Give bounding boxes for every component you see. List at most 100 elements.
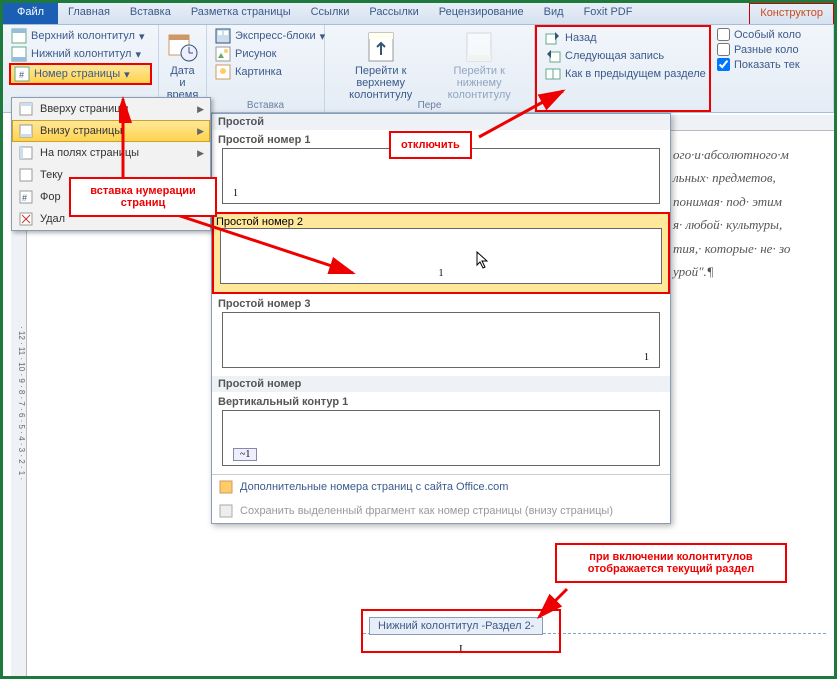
footer-label: Нижний колонтитул <box>31 48 131 60</box>
datetime-label: Дата и время <box>167 65 199 101</box>
gallery-header-contour: Простой номер <box>212 376 670 392</box>
tab-file[interactable]: Файл <box>3 3 58 24</box>
callout-insert-numbering: вставка нумерации страниц <box>69 177 217 217</box>
submenu-arrow-icon: ▶ <box>197 126 204 137</box>
tab-strip: Файл Главная Вставка Разметка страницы С… <box>3 3 834 25</box>
tab-mailings[interactable]: Рассылки <box>359 3 428 24</box>
gallery-item-4-caption: Вертикальный контур 1 <box>218 394 664 410</box>
header-label: Верхний колонтитул <box>31 30 135 42</box>
menu-remove-label: Удал <box>40 213 65 225</box>
doc-line: тия,· которые· не· зо <box>673 237 826 260</box>
tab-references[interactable]: Ссылки <box>301 3 360 24</box>
special-first-label: Особый коло <box>734 29 801 41</box>
menu-page-margins[interactable]: На полях страницы▶ <box>12 142 210 164</box>
picture-icon <box>215 46 231 62</box>
submenu-arrow-icon: ▶ <box>197 148 204 159</box>
office-icon <box>218 479 234 495</box>
gallery-item-3[interactable]: Простой номер 3 1 <box>212 294 670 376</box>
footer-icon <box>11 46 27 62</box>
nav-back-button[interactable]: Назад <box>543 29 703 47</box>
callout-disable: отключить <box>389 131 472 159</box>
top-page-icon <box>18 101 34 117</box>
tab-insert[interactable]: Вставка <box>120 3 181 24</box>
annotation-arrow <box>533 583 573 623</box>
doc-line: понимая· под· этим <box>673 190 826 213</box>
gallery-save-selection: Сохранить выделенный фрагмент как номер … <box>212 499 670 523</box>
express-blocks-icon <box>215 28 231 44</box>
show-text-label: Показать тек <box>734 59 800 71</box>
insert-group-label: Вставка <box>207 100 324 111</box>
save-icon <box>218 503 234 519</box>
link-previous-icon <box>545 66 561 82</box>
gallery-save-label: Сохранить выделенный фрагмент как номер … <box>240 505 613 517</box>
nav-back-label: Назад <box>565 32 597 44</box>
svg-text:#: # <box>22 193 27 203</box>
doc-line: я· любой· культуры, <box>673 213 826 236</box>
nav-next-icon <box>545 48 561 64</box>
goto-footer-icon <box>463 31 495 63</box>
goto-header-icon <box>365 31 397 63</box>
cursor-icon <box>476 251 490 269</box>
tab-foxit[interactable]: Foxit PDF <box>574 3 643 24</box>
format-icon: # <box>18 189 34 205</box>
annotation-arrow <box>473 83 573 143</box>
diff-pages-label: Разные коло <box>734 44 799 56</box>
nav-next-button[interactable]: Следующая запись <box>543 47 703 65</box>
goto-header-button[interactable]: Перейти к верхнему колонтитулу <box>331 27 430 110</box>
link-previous-button[interactable]: Как в предыдущем разделе <box>543 65 703 83</box>
tab-layout[interactable]: Разметка страницы <box>181 3 301 24</box>
picture-label: Рисунок <box>235 48 277 60</box>
clipart-label: Картинка <box>235 66 282 78</box>
doc-line: льных· предметов, <box>673 166 826 189</box>
special-first-checkbox[interactable]: Особый коло <box>717 27 827 42</box>
menu-bottom-label: Внизу страницы <box>40 125 122 137</box>
menu-format-label: Фор <box>40 191 61 203</box>
doc-line: урой".¶ <box>673 260 826 283</box>
tab-review[interactable]: Рецензирование <box>429 3 534 24</box>
gallery-item-4[interactable]: Вертикальный контур 1 ~1 <box>212 392 670 474</box>
show-text-checkbox[interactable]: Показать тек <box>717 57 827 72</box>
diff-pages-checkbox[interactable]: Разные коло <box>717 42 827 57</box>
gallery-more-online[interactable]: Дополнительные номера страниц с сайта Of… <box>212 475 670 499</box>
picture-button[interactable]: Рисунок <box>213 45 318 63</box>
nav-back-icon <box>545 30 561 46</box>
page-number-icon: # <box>14 66 30 82</box>
svg-text:#: # <box>19 70 24 80</box>
remove-icon <box>18 211 34 227</box>
gallery-more-label: Дополнительные номера страниц с сайта Of… <box>240 481 508 493</box>
datetime-button[interactable]: Дата и время <box>165 27 200 105</box>
clipart-icon <box>215 64 231 80</box>
menu-bottom-of-page[interactable]: Внизу страницы ▶ <box>12 120 210 142</box>
bottom-page-icon <box>18 123 34 139</box>
page-number-button[interactable]: #Номер страницы▾ <box>9 63 152 85</box>
footer-highlight <box>361 609 561 653</box>
footer-button[interactable]: Нижний колонтитул ▾ <box>9 45 152 63</box>
menu-top-label: Вверху страницы <box>40 103 128 115</box>
page-number-gallery: Простой Простой номер 1 1 Простой номер … <box>211 113 671 524</box>
chevron-down-icon: ▾ <box>124 68 130 81</box>
nav-next-label: Следующая запись <box>565 50 664 62</box>
goto-header-label: Перейти к верхнему колонтитулу <box>339 65 422 101</box>
document-body: ого·и·абсолютного·м льных· предметов, по… <box>673 143 826 283</box>
doc-line: ого·и·абсолютного·м <box>673 143 826 166</box>
margins-icon <box>18 145 34 161</box>
tab-design[interactable]: Конструктор <box>749 3 834 24</box>
header-icon <box>11 28 27 44</box>
datetime-icon <box>167 31 199 63</box>
express-label: Экспресс-блоки <box>235 30 316 42</box>
gallery-item-4-preview: ~1 <box>222 410 660 466</box>
callout-footer-section: при включении колонтитулов отображается … <box>555 543 787 583</box>
chevron-down-icon: ▾ <box>135 48 141 61</box>
gallery-header-simple: Простой <box>212 114 670 130</box>
gallery-item-3-caption: Простой номер 3 <box>218 296 664 312</box>
menu-top-of-page[interactable]: Вверху страницы ▶ <box>12 98 210 120</box>
submenu-arrow-icon: ▶ <box>197 104 204 115</box>
tab-home[interactable]: Главная <box>58 3 120 24</box>
annotation-arrow <box>119 93 159 183</box>
header-button[interactable]: Верхний колонтитул▾ <box>9 27 152 45</box>
gallery-item-3-preview: 1 <box>222 312 660 368</box>
express-blocks-button[interactable]: Экспресс-блоки▾ <box>213 27 318 45</box>
clipart-button[interactable]: Картинка <box>213 63 318 81</box>
tab-view[interactable]: Вид <box>534 3 574 24</box>
current-pos-icon <box>18 167 34 183</box>
